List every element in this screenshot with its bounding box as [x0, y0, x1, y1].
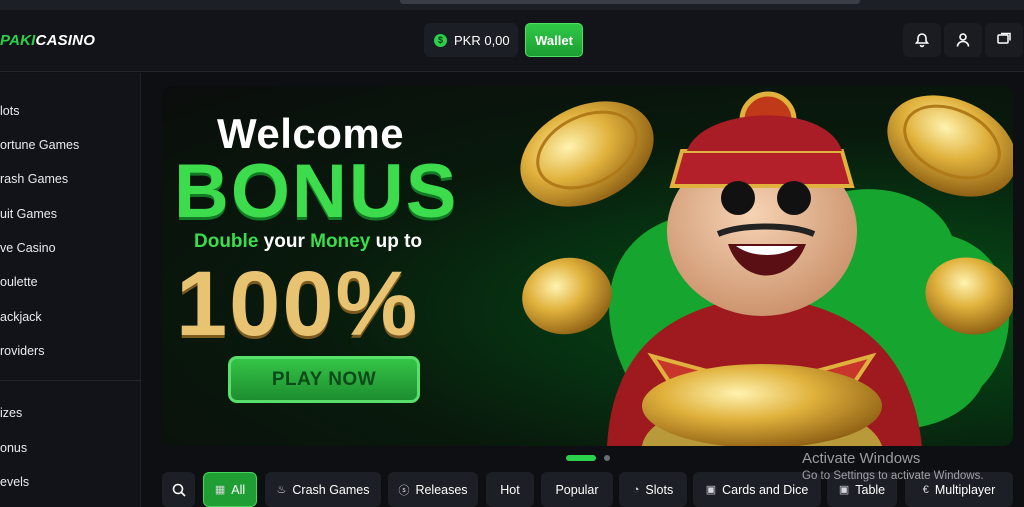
- category-search-button[interactable]: [162, 472, 195, 507]
- category-label: Hot: [500, 482, 520, 497]
- chat-button[interactable]: [985, 23, 1023, 57]
- subtitle-your: your: [258, 231, 311, 252]
- subtitle-double: Double: [194, 231, 259, 252]
- slots-icon: ◔: [632, 483, 640, 496]
- category-all[interactable]: ▦ All: [203, 472, 257, 507]
- logo-casino: CASINO: [35, 32, 96, 49]
- camera-icon: ▣: [838, 484, 850, 496]
- coin-mid-left: [522, 257, 612, 335]
- category-label: All: [231, 482, 246, 497]
- sidebar-item-levels[interactable]: evels: [0, 475, 29, 489]
- category-popular[interactable]: Popular: [541, 472, 613, 507]
- sidebar: lots ortune Games rash Games uit Games v…: [0, 73, 141, 507]
- chat-icon: [997, 32, 1011, 44]
- activation-watermark: Activate Windows Go to Settings to activ…: [802, 450, 984, 482]
- sidebar-divider: [0, 380, 141, 381]
- category-releases[interactable]: ⓢ Releases: [388, 472, 478, 507]
- watermark-subtitle: Go to Settings to activate Windows.: [802, 470, 984, 482]
- sidebar-item-fortune-games[interactable]: ortune Games: [0, 138, 79, 152]
- sidebar-item-providers[interactable]: roviders: [0, 344, 44, 358]
- dollar-icon: ⓢ: [398, 484, 410, 497]
- euro-icon: €: [922, 483, 929, 496]
- play-now-button[interactable]: PLAY NOW: [228, 356, 420, 403]
- category-label: Popular: [555, 482, 599, 497]
- sidebar-item-blackjack[interactable]: ackjack: [0, 310, 42, 324]
- category-label: Crash Games: [292, 482, 370, 497]
- sidebar-item-roulette[interactable]: oulette: [0, 275, 38, 289]
- sidebar-item-slots[interactable]: lots: [0, 104, 19, 118]
- carousel-dot-active[interactable]: [566, 455, 596, 461]
- sidebar-item-fruit-games[interactable]: uit Games: [0, 207, 57, 221]
- banner-subtitle: Double your Money up to: [194, 231, 422, 253]
- category-label: Releases: [415, 482, 468, 497]
- sidebar-item-crash-games[interactable]: rash Games: [0, 172, 68, 186]
- promo-banner[interactable]: Welcome BONUS Double your Money up to 10…: [162, 86, 1013, 446]
- category-label: Slots: [645, 482, 674, 497]
- sidebar-item-live-casino[interactable]: ve Casino: [0, 241, 56, 255]
- banner-percent: 100%: [176, 253, 420, 355]
- wallet-button[interactable]: Wallet: [525, 23, 583, 57]
- category-label: Cards and Dice: [722, 482, 809, 497]
- user-icon: [956, 33, 970, 47]
- category-hot[interactable]: Hot: [486, 472, 534, 507]
- browser-top-strip: [0, 0, 1024, 10]
- coin-icon: $: [434, 33, 447, 47]
- bell-icon: [914, 33, 930, 48]
- tab-strip: [400, 0, 860, 4]
- banner-bonus: BONUS: [174, 149, 459, 234]
- category-label: Multiplayer: [934, 482, 996, 497]
- logo-paki: PAKI: [0, 32, 36, 49]
- site-header: PAKICASINO $ PKR 0,00 Wallet: [0, 10, 1024, 72]
- balance-display[interactable]: $ PKR 0,00: [424, 23, 518, 57]
- grid-icon: ▦: [214, 484, 226, 496]
- balance-amount: PKR 0,00: [454, 32, 510, 48]
- carousel-dot[interactable]: [604, 455, 610, 461]
- category-crash-games[interactable]: ♨ Crash Games: [265, 472, 381, 507]
- site-logo[interactable]: PAKICASINO: [0, 32, 95, 49]
- search-icon: [172, 483, 186, 497]
- category-slots[interactable]: ◔ Slots: [619, 472, 687, 507]
- flame-icon: ♨: [276, 484, 287, 496]
- subtitle-money: Money: [310, 231, 371, 252]
- sidebar-item-prizes[interactable]: izes: [0, 406, 22, 420]
- sidebar-item-bonus[interactable]: onus: [0, 441, 27, 455]
- subtitle-upto: up to: [370, 231, 423, 252]
- category-label: Table: [855, 482, 886, 497]
- watermark-title: Activate Windows: [802, 450, 921, 467]
- profile-button[interactable]: [944, 23, 982, 57]
- notifications-button[interactable]: [903, 23, 941, 57]
- cards-icon: ▣: [705, 484, 717, 496]
- coin-top-left: [520, 101, 654, 207]
